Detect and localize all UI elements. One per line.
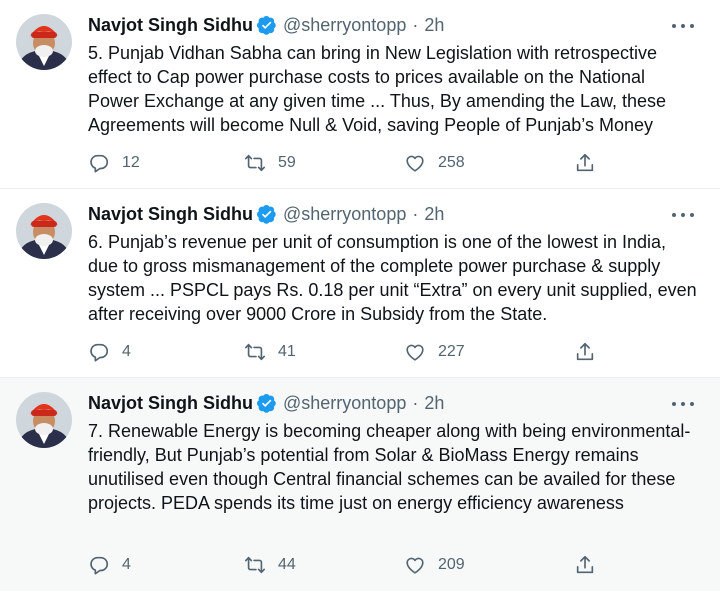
retweet-button[interactable]: 44 xyxy=(244,554,296,576)
retweet-icon xyxy=(245,556,265,574)
avatar[interactable] xyxy=(16,14,72,70)
author-name[interactable]: Navjot Singh Sidhu xyxy=(88,13,253,37)
verified-badge-icon xyxy=(257,204,277,224)
reply-count: 4 xyxy=(122,556,131,573)
tweet-actions: 4 44 209 xyxy=(88,554,618,578)
like-count: 227 xyxy=(438,343,465,360)
share-icon xyxy=(576,153,594,172)
retweet-icon xyxy=(245,343,265,361)
share-button[interactable] xyxy=(574,554,596,576)
tweet-header: Navjot Singh Sidhu @sherryontopp · 2h xyxy=(88,202,444,226)
share-icon xyxy=(576,342,594,361)
retweet-count: 41 xyxy=(278,343,296,360)
timestamp[interactable]: 2h xyxy=(424,13,444,37)
share-button[interactable] xyxy=(574,341,596,363)
retweet-count: 44 xyxy=(278,556,296,573)
tweet-actions: 12 59 258 xyxy=(88,152,618,176)
tweet-text: 5. Punjab Vidhan Sabha can bring in New … xyxy=(88,43,667,135)
like-button[interactable]: 258 xyxy=(404,152,465,174)
author-handle[interactable]: @sherryontopp xyxy=(283,391,406,415)
tweet[interactable]: Navjot Singh Sidhu @sherryontopp · 2h 5.… xyxy=(0,0,720,189)
tweet-actions: 4 41 227 xyxy=(88,341,618,365)
author-name[interactable]: Navjot Singh Sidhu xyxy=(88,391,253,415)
avatar[interactable] xyxy=(16,392,72,448)
retweet-count: 59 xyxy=(278,154,296,171)
share-button[interactable] xyxy=(574,152,596,174)
author-handle[interactable]: @sherryontopp xyxy=(283,13,406,37)
tweet-text: 6. Punjab’s revenue per unit of consumpt… xyxy=(88,232,697,324)
retweet-button[interactable]: 59 xyxy=(244,152,296,174)
reply-button[interactable]: 12 xyxy=(88,152,140,174)
tweet-feed: Navjot Singh Sidhu @sherryontopp · 2h 5.… xyxy=(0,0,720,591)
like-button[interactable]: 227 xyxy=(404,341,465,363)
more-icon[interactable] xyxy=(672,395,694,413)
more-icon[interactable] xyxy=(672,17,694,35)
reply-icon xyxy=(90,343,109,362)
reply-count: 4 xyxy=(122,343,131,360)
retweet-button[interactable]: 41 xyxy=(244,341,296,363)
timestamp[interactable]: 2h xyxy=(424,202,444,226)
tweet-text: 7. Renewable Energy is becoming cheaper … xyxy=(88,421,691,513)
author-name[interactable]: Navjot Singh Sidhu xyxy=(88,202,253,226)
like-button[interactable]: 209 xyxy=(404,554,465,576)
like-icon xyxy=(406,155,424,172)
timestamp[interactable]: 2h xyxy=(424,391,444,415)
avatar[interactable] xyxy=(16,203,72,259)
like-icon xyxy=(406,344,424,361)
reply-button[interactable]: 4 xyxy=(88,554,131,576)
like-icon xyxy=(406,557,424,574)
separator: · xyxy=(412,393,419,413)
reply-button[interactable]: 4 xyxy=(88,341,131,363)
verified-badge-icon xyxy=(257,15,277,35)
separator: · xyxy=(412,15,419,35)
reply-icon xyxy=(90,556,109,575)
retweet-icon xyxy=(245,154,265,172)
separator: · xyxy=(412,204,419,224)
author-handle[interactable]: @sherryontopp xyxy=(283,202,406,226)
verified-badge-icon xyxy=(257,393,277,413)
reply-count: 12 xyxy=(122,154,140,171)
like-count: 258 xyxy=(438,154,465,171)
more-icon[interactable] xyxy=(672,206,694,224)
like-count: 209 xyxy=(438,556,465,573)
tweet[interactable]: Navjot Singh Sidhu @sherryontopp · 2h 7.… xyxy=(0,378,720,591)
tweet-header: Navjot Singh Sidhu @sherryontopp · 2h xyxy=(88,391,444,415)
share-icon xyxy=(576,555,594,574)
tweet[interactable]: Navjot Singh Sidhu @sherryontopp · 2h 6.… xyxy=(0,189,720,378)
reply-icon xyxy=(90,154,109,173)
tweet-header: Navjot Singh Sidhu @sherryontopp · 2h xyxy=(88,13,444,37)
